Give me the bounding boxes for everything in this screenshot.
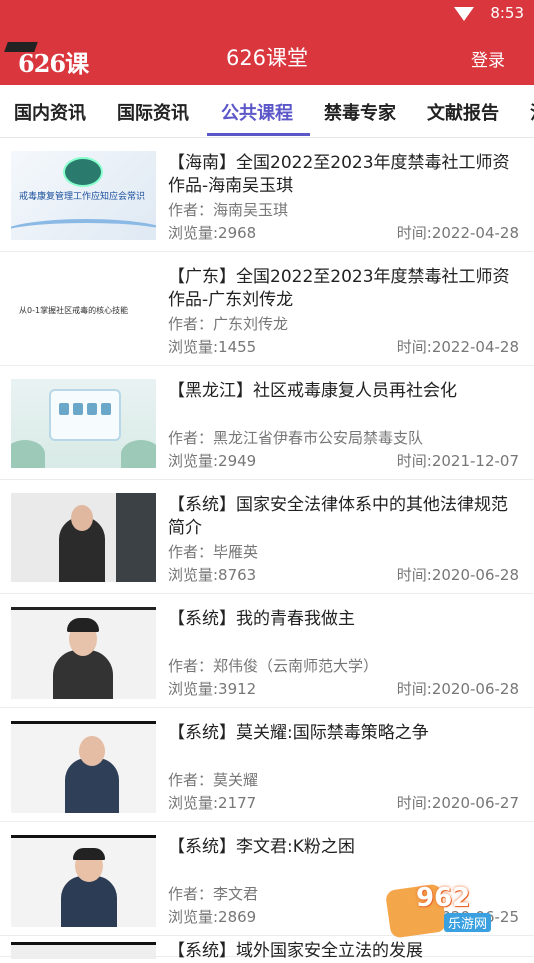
course-thumbnail	[11, 721, 156, 813]
course-title: 【系统】国家安全法律体系中的其他法律规范简介	[168, 495, 508, 538]
course-thumbnail	[11, 942, 156, 959]
thumbnail-caption: 从0-1掌握社区戒毒的核心技能	[19, 306, 129, 315]
view-count: 浏览量:2177	[168, 794, 257, 812]
tab-drug-experts[interactable]: 禁毒专家	[324, 99, 396, 125]
course-thumbnail	[11, 835, 156, 927]
watermark-logo: 962 乐游网	[384, 881, 528, 941]
thumbnail-caption: 戒毒康复管理工作应知应会常识	[19, 192, 146, 202]
course-title: 【黑龙江】社区戒毒康复人员再社会化	[168, 381, 457, 401]
course-author: 作者：海南吴玉琪	[168, 201, 289, 219]
course-author: 作者：莫关耀	[168, 771, 259, 789]
course-author: 作者：广东刘传龙	[168, 315, 289, 333]
list-item[interactable]: 【黑龙江】社区戒毒康复人员再社会化 作者：黑龙江省伊春市公安局禁毒支队 浏览量:…	[0, 366, 534, 480]
course-list: 戒毒康复管理工作应知应会常识 【海南】全国2022至2023年度禁毒社工师资作品…	[0, 138, 534, 961]
list-item[interactable]: 【系统】莫关耀:国际禁毒策略之争 作者：莫关耀 浏览量:2177 时间:2020…	[0, 708, 534, 822]
speaker-image	[53, 650, 113, 699]
app-bar: 626课堂 626课堂 登录	[0, 28, 534, 113]
status-bar: 8:53	[0, 0, 534, 28]
view-count: 浏览量:2869	[168, 908, 257, 926]
course-title: 【海南】全国2022至2023年度禁毒社工师资作品-海南吴玉琪	[168, 153, 510, 196]
list-item[interactable]: 从0-1掌握社区戒毒的核心技能 【广东】全国2022至2023年度禁毒社工师资作…	[0, 252, 534, 366]
watermark-subtext: 乐游网	[444, 913, 492, 932]
status-time: 8:53	[490, 4, 524, 22]
tab-public-courses[interactable]: 公共课程	[221, 99, 293, 125]
tab-international-news[interactable]: 国际资讯	[117, 99, 189, 125]
tab-domestic-news[interactable]: 国内资讯	[14, 99, 86, 125]
course-title: 【系统】我的青春我做主	[168, 609, 355, 629]
course-thumbnail	[11, 379, 156, 468]
speaker-image	[65, 758, 119, 813]
login-button[interactable]: 登录	[471, 46, 505, 71]
category-tabs: 国内资讯 国际资讯 公共课程 禁毒专家 文献报告 法	[0, 85, 534, 138]
course-title: 【广东】全国2022至2023年度禁毒社工师资作品-广东刘传龙	[168, 267, 510, 310]
view-count: 浏览量:8763	[168, 566, 257, 584]
app-title: 626课堂	[225, 46, 309, 70]
course-title: 【系统】域外国家安全立法的发展	[168, 941, 423, 961]
publish-time: 时间:2020-06-28	[396, 680, 519, 698]
course-title: 【系统】莫关耀:国际禁毒策略之争	[168, 723, 429, 743]
publish-time: 时间:2022-04-28	[396, 224, 519, 242]
view-count: 浏览量:2949	[168, 452, 257, 470]
wifi-icon	[454, 7, 474, 21]
publish-time: 时间:2020-06-27	[396, 794, 519, 812]
active-tab-indicator	[207, 133, 310, 136]
course-thumbnail	[11, 493, 156, 582]
list-item[interactable]: 【系统】国家安全法律体系中的其他法律规范简介 作者：毕雁英 浏览量:8763 时…	[0, 480, 534, 594]
list-item[interactable]: 戒毒康复管理工作应知应会常识 【海南】全国2022至2023年度禁毒社工师资作品…	[0, 138, 534, 252]
publish-time: 时间:2020-06-28	[396, 566, 519, 584]
view-count: 浏览量:1455	[168, 338, 257, 356]
course-author: 作者：李文君	[168, 885, 259, 903]
tab-literature-reports[interactable]: 文献报告	[427, 99, 499, 125]
view-count: 浏览量:3912	[168, 680, 257, 698]
course-title: 【系统】李文君:K粉之困	[168, 837, 355, 857]
list-item[interactable]: 【系统】我的青春我做主 作者：郑伟俊（云南师范大学） 浏览量:3912 时间:2…	[0, 594, 534, 708]
publish-time: 时间:2022-04-28	[396, 338, 519, 356]
course-thumbnail	[11, 607, 156, 699]
view-count: 浏览量:2968	[168, 224, 257, 242]
speaker-image	[61, 876, 117, 927]
publish-time: 时间:2021-12-07	[396, 452, 519, 470]
course-thumbnail: 从0-1掌握社区戒毒的核心技能	[11, 265, 156, 354]
watermark-text: 962	[416, 883, 471, 913]
emblem-icon	[63, 157, 103, 187]
course-author: 作者：黑龙江省伊春市公安局禁毒支队	[168, 429, 424, 447]
course-thumbnail: 戒毒康复管理工作应知应会常识	[11, 151, 156, 240]
tab-law[interactable]: 法	[530, 99, 534, 125]
course-author: 作者：郑伟俊（云南师范大学）	[168, 657, 379, 675]
course-author: 作者：毕雁英	[168, 543, 259, 561]
